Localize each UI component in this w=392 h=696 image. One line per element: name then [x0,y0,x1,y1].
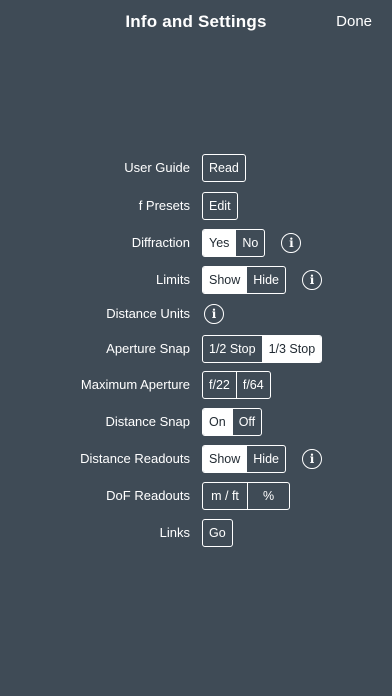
setting-row-links: Links Go [0,518,392,548]
limits-segmented-control: Show Hide [202,266,286,294]
dof-readouts-percent-option[interactable]: % [247,483,289,509]
distance-readouts-segmented-control: Show Hide [202,445,286,473]
setting-row-diffraction: Diffraction Yes No i [0,228,392,258]
setting-row-f-presets: f Presets Edit [0,191,392,221]
setting-row-user-guide: User Guide Read [0,153,392,183]
info-icon[interactable]: i [204,304,224,324]
aperture-snap-half-stop-option[interactable]: 1/2 Stop [203,336,262,362]
distance-snap-segmented-control: On Off [202,408,263,436]
aperture-snap-label: Aperture Snap [106,341,190,356]
maximum-aperture-segmented-control: f/22 f/64 [202,371,271,399]
limits-hide-option[interactable]: Hide [246,267,285,293]
diffraction-yes-option[interactable]: Yes [203,230,236,256]
distance-snap-off-option[interactable]: Off [231,409,261,435]
distance-readouts-show-option[interactable]: Show [203,446,247,472]
dof-readouts-metric-option[interactable]: m / ft [203,483,247,509]
info-icon[interactable]: i [302,449,322,469]
limits-label: Limits [156,272,190,287]
links-go-button[interactable]: Go [202,519,233,547]
setting-row-distance-readouts: Distance Readouts Show Hide i [0,444,392,474]
aperture-snap-third-stop-option[interactable]: 1/3 Stop [261,336,322,362]
setting-row-limits: Limits Show Hide i [0,265,392,295]
user-guide-label: User Guide [124,160,190,175]
distance-readouts-hide-option[interactable]: Hide [246,446,285,472]
setting-row-distance-snap: Distance Snap On Off [0,407,392,437]
setting-row-distance-units: Distance Units i [0,299,392,329]
aperture-snap-segmented-control: 1/2 Stop 1/3 Stop [202,335,323,363]
f-presets-edit-button[interactable]: Edit [202,192,238,220]
info-icon[interactable]: i [302,270,322,290]
setting-row-dof-readouts: DoF Readouts m / ft % [0,481,392,511]
distance-snap-on-option[interactable]: On [203,409,232,435]
setting-row-maximum-aperture: Maximum Aperture f/22 f/64 [0,370,392,400]
maximum-aperture-label: Maximum Aperture [80,377,190,392]
distance-units-label: Distance Units [106,306,190,321]
dof-readouts-segmented-control: m / ft % [202,482,290,510]
distance-snap-label: Distance Snap [105,414,190,429]
links-label: Links [159,525,190,540]
navigation-bar: Info and Settings Done [0,0,392,44]
info-icon[interactable]: i [281,233,302,253]
limits-show-option[interactable]: Show [203,267,247,293]
setting-row-aperture-snap: Aperture Snap 1/2 Stop 1/3 Stop [0,334,392,364]
diffraction-no-option[interactable]: No [235,230,264,256]
f-presets-label: f Presets [138,198,190,213]
dof-readouts-label: DoF Readouts [106,488,190,503]
maximum-aperture-f22-option[interactable]: f/22 [203,372,236,398]
diffraction-label: Diffraction [131,235,190,250]
done-button[interactable]: Done [336,13,372,30]
maximum-aperture-f64-option[interactable]: f/64 [235,372,270,398]
distance-readouts-label: Distance Readouts [80,451,190,466]
page-title: Info and Settings [125,12,267,31]
diffraction-segmented-control: Yes No [202,229,266,257]
user-guide-read-button[interactable]: Read [202,154,246,182]
